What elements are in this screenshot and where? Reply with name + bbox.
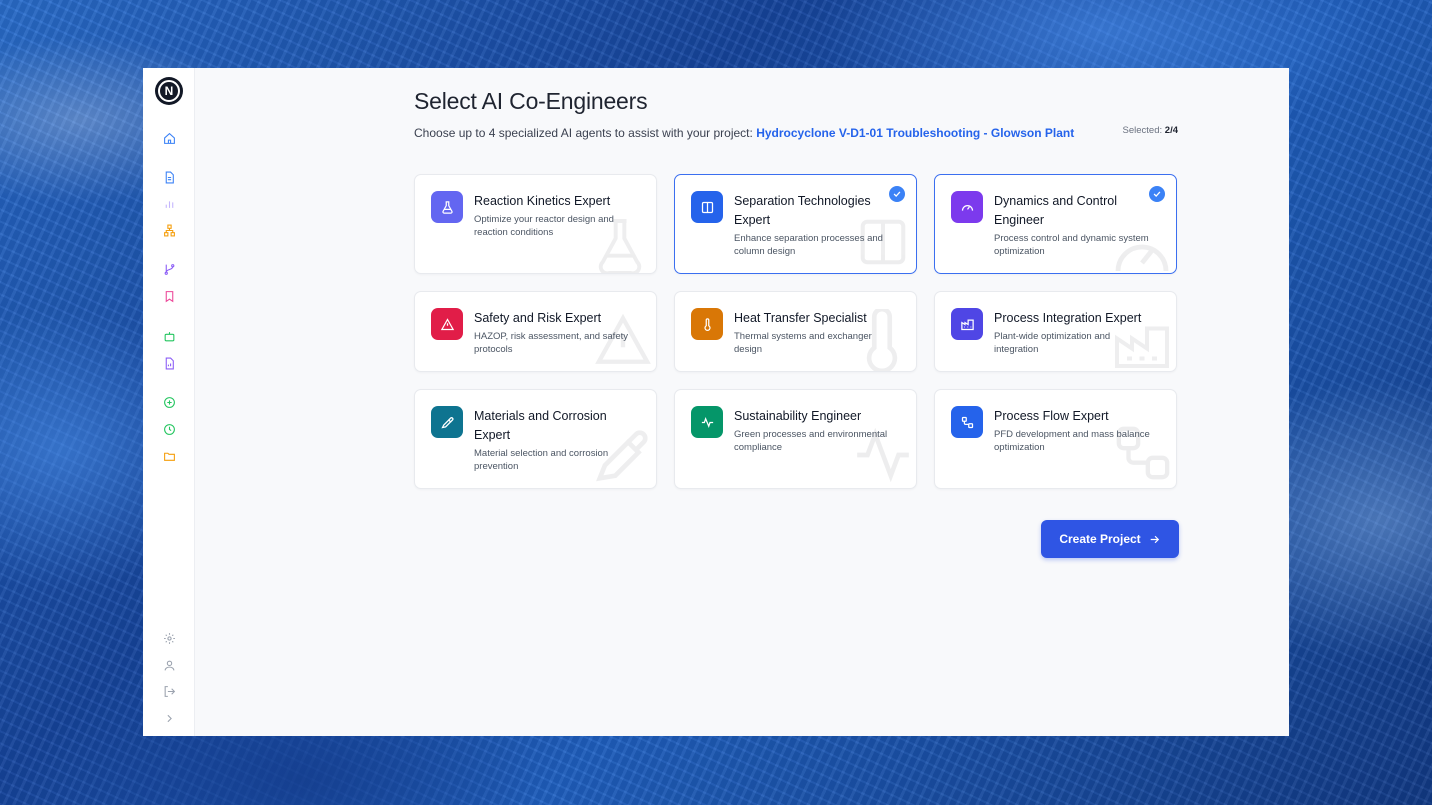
agent-card[interactable]: Sustainability Engineer Green processes … (674, 389, 917, 489)
selected-value: 2/4 (1164, 125, 1178, 136)
bookmark-icon[interactable] (161, 288, 177, 304)
agent-card[interactable]: Dynamics and Control Engineer Process co… (934, 174, 1177, 274)
agent-title: Process Integration Expert (994, 311, 1142, 325)
agent-card[interactable]: Materials and Corrosion Expert Material … (414, 389, 657, 489)
folder-icon[interactable] (161, 448, 177, 464)
create-project-label: Create Project (1059, 532, 1141, 546)
project-name: Hydrocyclone V-D1-01 Troubleshooting - G… (756, 126, 1075, 140)
agent-title: Safety and Risk Expert (474, 311, 602, 325)
agent-card[interactable]: Separation Technologies Expert Enhance s… (674, 174, 917, 274)
flask-icon (431, 191, 463, 223)
content: Select AI Co-Engineers Choose up to 4 sp… (414, 88, 1178, 489)
hierarchy-icon[interactable] (161, 222, 177, 238)
agent-title: Materials and Corrosion Expert (474, 409, 607, 442)
agent-description: HAZOP, risk assessment, and safety proto… (474, 331, 628, 355)
agent-card[interactable]: Reaction Kinetics Expert Optimize your r… (414, 174, 657, 274)
agent-card[interactable]: Safety and Risk Expert HAZOP, risk asses… (414, 291, 657, 372)
arrow-right-icon (1150, 535, 1159, 543)
agent-description: Plant-wide optimization and integration (994, 331, 1111, 355)
agent-title: Reaction Kinetics Expert (474, 194, 611, 208)
agent-description: Thermal systems and exchanger design (734, 331, 872, 355)
agent-description: Process control and dynamic system optim… (994, 233, 1149, 257)
agent-title: Heat Transfer Specialist (734, 311, 867, 325)
agent-card[interactable]: Process Flow Expert PFD development and … (934, 389, 1177, 489)
warning-icon (431, 308, 463, 340)
git-branch-icon[interactable] (161, 261, 177, 277)
subtitle-row: Choose up to 4 specialized AI agents to … (414, 124, 1178, 142)
pipette-icon (431, 406, 463, 438)
agent-description: Material selection and corrosion prevent… (474, 448, 609, 472)
agent-card[interactable]: Heat Transfer Specialist Thermal systems… (674, 291, 917, 372)
selected-check-icon (889, 186, 905, 202)
thermometer-icon (691, 308, 723, 340)
activity-icon (691, 406, 723, 438)
agent-description: Optimize your reactor design and reactio… (474, 214, 614, 238)
selected-label: Selected: (1122, 125, 1163, 136)
bar-chart-icon[interactable] (161, 195, 177, 211)
gauge-icon (951, 191, 983, 223)
workflow-icon (951, 406, 983, 438)
factory-icon (951, 308, 983, 340)
plus-circle-icon[interactable] (161, 394, 177, 410)
agent-description: PFD development and mass balance optimiz… (994, 429, 1150, 453)
selected-count: Selected: 2/4 (1123, 125, 1178, 136)
agent-title: Dynamics and Control Engineer (994, 194, 1117, 227)
agent-card[interactable]: Process Integration Expert Plant-wide op… (934, 291, 1177, 372)
sidebar: N (143, 68, 195, 736)
logout-icon[interactable] (161, 683, 177, 699)
user-icon[interactable] (161, 657, 177, 673)
home-icon[interactable] (161, 130, 177, 146)
chevron-right-icon[interactable] (161, 710, 177, 726)
main-area: Select AI Co-Engineers Choose up to 4 sp… (195, 68, 1289, 580)
columns-icon (691, 191, 723, 223)
subtitle-prefix: Choose up to 4 specialized AI agents to … (414, 126, 757, 140)
agent-description: Green processes and environmental compli… (734, 429, 888, 453)
app-logo[interactable]: N (155, 77, 183, 105)
app-window: N Select AI Co-Engineers Choose up to 4 … (143, 68, 1289, 736)
page-title: Select AI Co-Engineers (414, 88, 648, 114)
clock-icon[interactable] (161, 421, 177, 437)
agent-title: Process Flow Expert (994, 409, 1109, 423)
agent-title: Separation Technologies Expert (734, 194, 871, 227)
selected-check-icon (1149, 186, 1165, 202)
agent-title: Sustainability Engineer (734, 409, 862, 423)
logo-letter: N (158, 80, 180, 102)
agent-description: Enhance separation processes and column … (734, 233, 883, 257)
subtitle: Choose up to 4 specialized AI agents to … (414, 126, 1074, 140)
settings-icon[interactable] (161, 630, 177, 646)
document-icon[interactable] (161, 169, 177, 185)
file-chart-icon[interactable] (161, 355, 177, 371)
robot-icon[interactable] (161, 328, 177, 344)
create-project-button[interactable]: Create Project (1041, 520, 1179, 558)
